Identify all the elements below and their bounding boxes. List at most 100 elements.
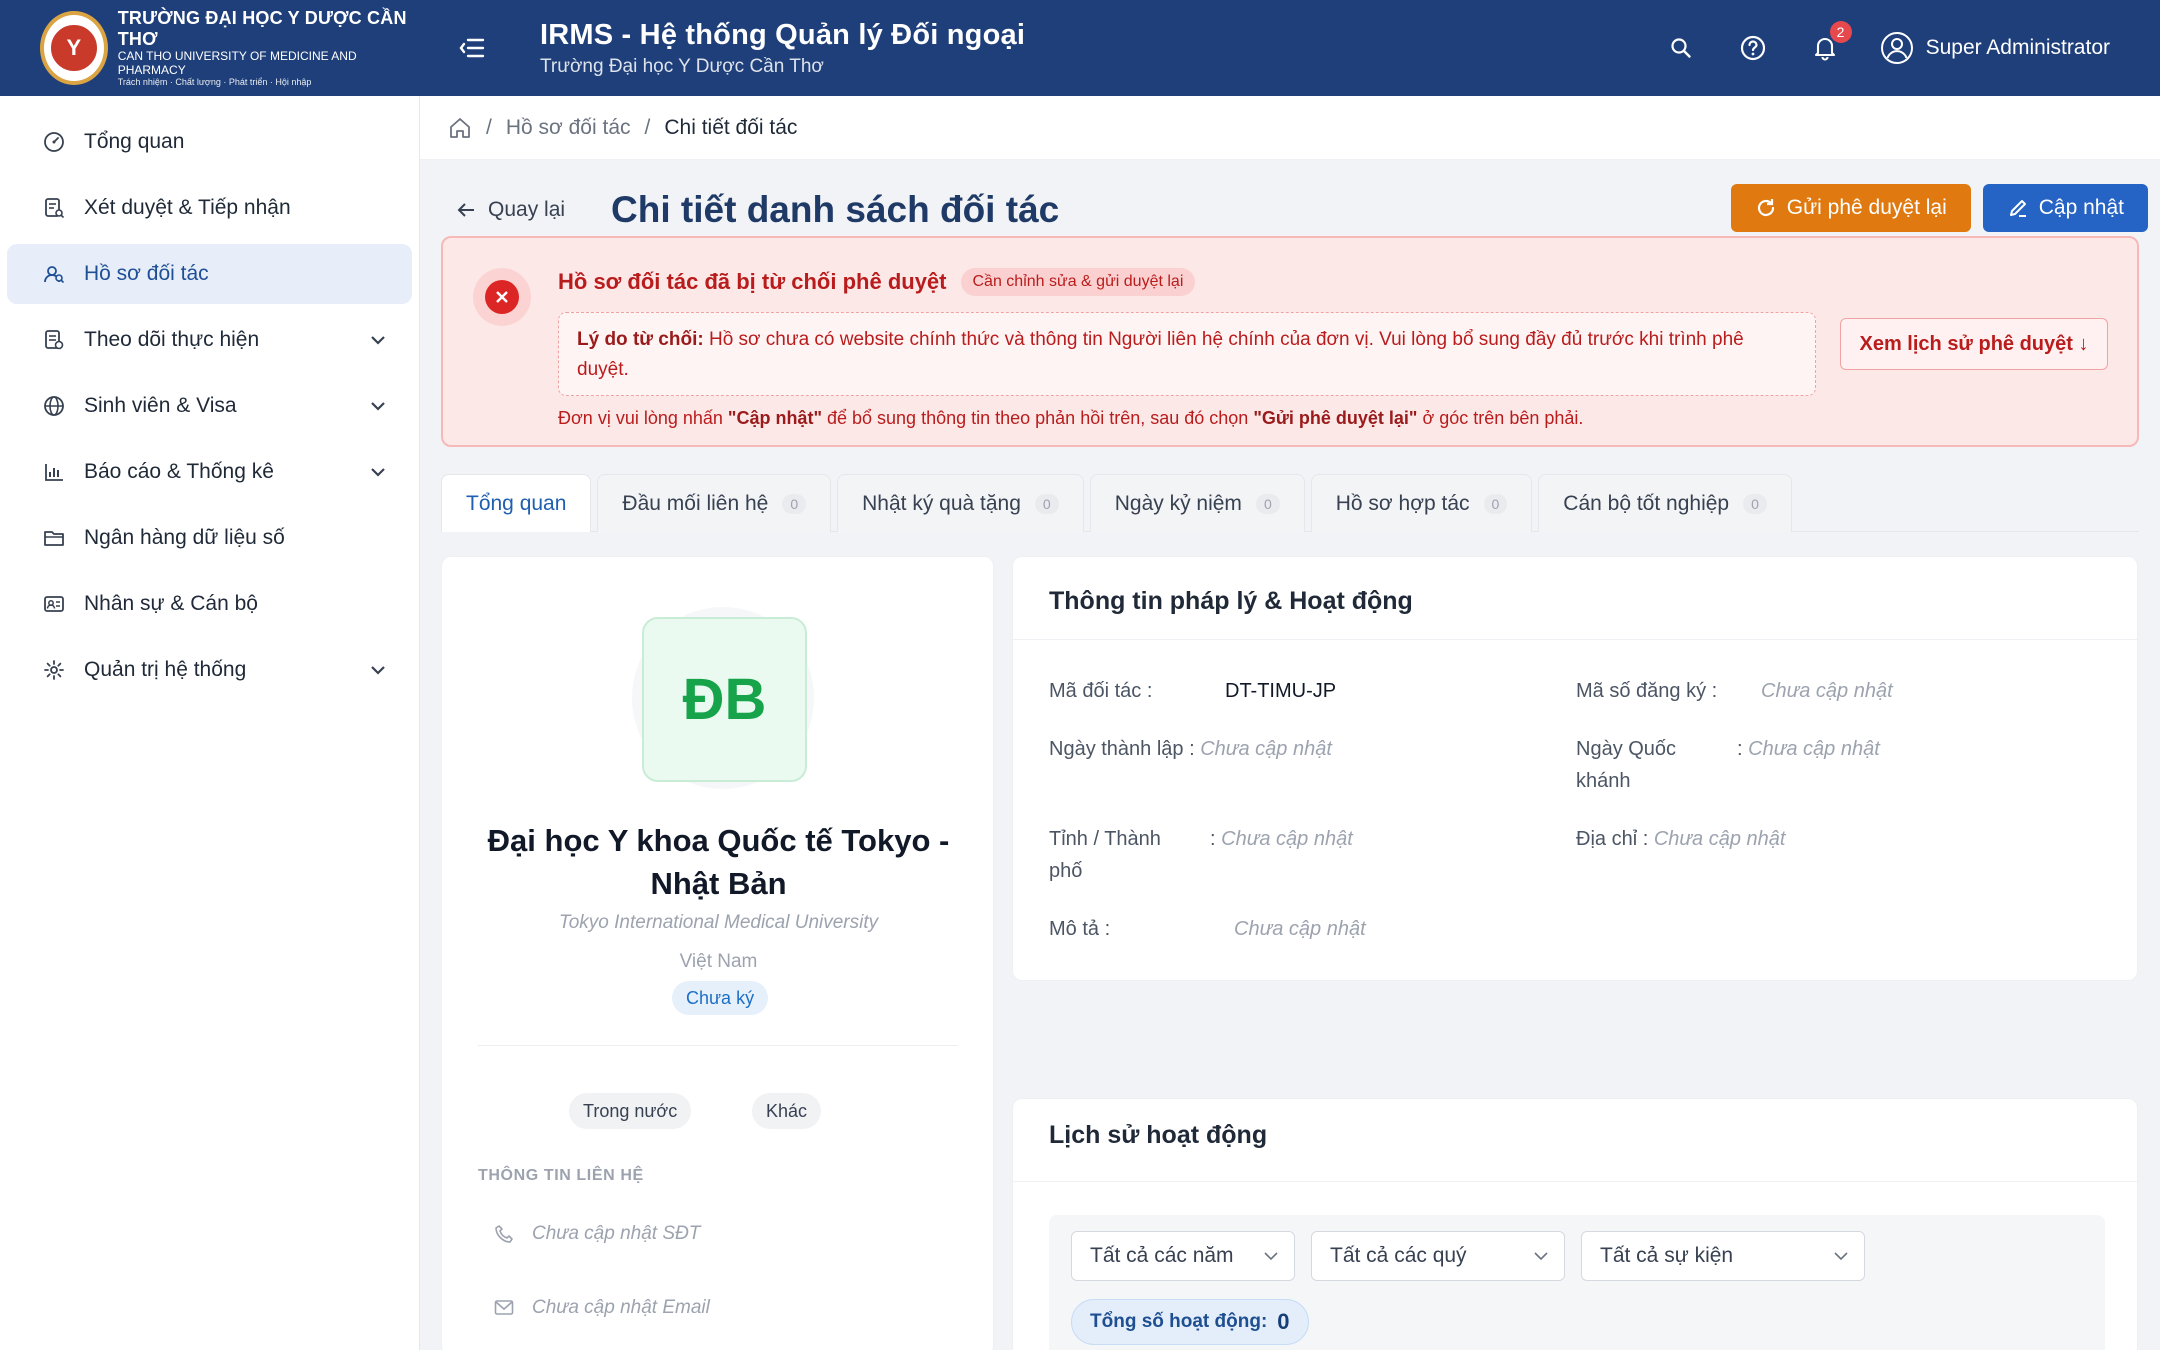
avatar: ĐB bbox=[642, 617, 807, 782]
chevron-down-icon bbox=[371, 336, 385, 345]
breadcrumb-separator: / bbox=[486, 115, 492, 139]
reason-text: Hồ sơ chưa có website chính thức và thôn… bbox=[577, 329, 1744, 380]
email-value: Chưa cập nhật Email bbox=[532, 1297, 710, 1318]
help-button[interactable] bbox=[1736, 31, 1770, 65]
activity-total-badge: Tổng số hoạt động: 0 bbox=[1071, 1299, 1309, 1345]
update-button[interactable]: Cập nhật bbox=[1982, 184, 2148, 232]
notification-badge: 2 bbox=[1829, 21, 1852, 43]
sidebar-item-label: Sinh viên & Visa bbox=[84, 394, 237, 417]
menu-toggle-button[interactable] bbox=[450, 26, 494, 70]
notification-button[interactable]: 2 bbox=[1808, 21, 1852, 65]
quarter-filter-select[interactable]: Tất cả các quý bbox=[1311, 1231, 1565, 1281]
sidebar: Tổng quan Xét duyệt & Tiếp nhận Hồ sơ đố… bbox=[0, 96, 420, 1350]
approval-history-button[interactable]: Xem lịch sử phê duyệt ↓ bbox=[1840, 318, 2108, 370]
sidebar-item-admin[interactable]: Quản trị hệ thống bbox=[7, 640, 412, 700]
sign-status-badge: Chưa ký bbox=[672, 981, 769, 1015]
partner-profile-card: ĐB Đại học Y khoa Quốc tế Tokyo - Nhật B… bbox=[441, 556, 994, 1350]
logo-line2: CAN THO UNIVERSITY OF MEDICINE AND PHARM… bbox=[117, 48, 357, 77]
logo-emblem: Y bbox=[40, 11, 108, 85]
rejection-reason: Lý do từ chối: Hồ sơ chưa có website chí… bbox=[558, 312, 1816, 396]
note-text: Đơn vị vui lòng nhấn bbox=[558, 408, 728, 428]
partners-icon bbox=[42, 262, 66, 286]
sidebar-item-label: Theo dõi thực hiện bbox=[84, 328, 260, 351]
activity-total-label: Tổng số hoạt động: bbox=[1090, 1311, 1268, 1332]
chevron-down-icon bbox=[1834, 1251, 1848, 1260]
partner-name-line2: Nhật Bản bbox=[650, 866, 787, 901]
sidebar-item-label: Quản trị hệ thống bbox=[84, 658, 247, 681]
tab-gift-log[interactable]: Nhật ký quà tặng 0 bbox=[837, 474, 1084, 532]
home-icon[interactable] bbox=[448, 117, 472, 139]
sidebar-item-data-bank[interactable]: Ngân hàng dữ liệu số bbox=[7, 508, 412, 568]
province-label: Tỉnh / Thành phố bbox=[1049, 828, 1161, 882]
sidebar-item-tracking[interactable]: Theo dõi thực hiện bbox=[7, 310, 412, 370]
user-menu[interactable]: Super Administrator bbox=[1880, 31, 2110, 65]
resubmit-approval-button[interactable]: Gửi phê duyệt lại bbox=[1730, 184, 1971, 232]
sidebar-item-label: Hồ sơ đối tác bbox=[84, 262, 209, 285]
sidebar-item-label: Tổng quan bbox=[84, 130, 185, 153]
note-text: để bổ sung thông tin theo phản hồi trên,… bbox=[821, 408, 1254, 428]
tab-label: Tổng quan bbox=[466, 491, 567, 515]
founded-field: Ngày thành lập : Chưa cập nhật bbox=[1049, 738, 1332, 760]
breadcrumb-current: Chi tiết đối tác bbox=[664, 115, 798, 139]
breadcrumb: / Hồ sơ đối tác / Chi tiết đối tác bbox=[420, 96, 2160, 160]
edit-icon bbox=[2009, 200, 2026, 217]
resubmit-label: Gửi phê duyệt lại bbox=[1786, 196, 1947, 219]
tab-label: Ngày kỷ niệm bbox=[1114, 491, 1242, 515]
partner-english-name: Tokyo International Medical University bbox=[558, 912, 879, 933]
tab-count: 0 bbox=[782, 493, 807, 514]
address-field: Địa chỉ : Chưa cập nhật bbox=[1576, 828, 1786, 850]
search-button[interactable] bbox=[1664, 31, 1698, 65]
event-filter-select[interactable]: Tất cả sự kiện bbox=[1581, 1231, 1865, 1281]
logo-line3: Trách nhiệm · Chất lượng · Phát triển · … bbox=[117, 77, 312, 88]
university-logo[interactable]: Y TRƯỜNG ĐẠI HỌC Y DƯỢC CẦN THƠ CAN THO … bbox=[0, 8, 420, 87]
header-actions: 2 Super Administrator bbox=[1664, 0, 2110, 96]
tab-alumni-staff[interactable]: Cán bộ tốt nghiệp 0 bbox=[1538, 474, 1792, 532]
chart-icon bbox=[42, 460, 66, 484]
sidebar-item-students-visa[interactable]: Sinh viên & Visa bbox=[7, 376, 412, 436]
activity-title: Lịch sử hoạt động bbox=[1049, 1121, 1268, 1149]
partner-name: Đại học Y khoa Quốc tế Tokyo - Nhật Bản bbox=[442, 819, 995, 905]
sidebar-item-reports[interactable]: Báo cáo & Thống kê bbox=[7, 442, 412, 502]
partner-country: Việt Nam bbox=[679, 951, 758, 972]
sidebar-item-review[interactable]: Xét duyệt & Tiếp nhận bbox=[7, 178, 412, 238]
back-button[interactable]: Quay lại bbox=[456, 198, 565, 222]
note-resubmit-ref: "Gửi phê duyệt lại" bbox=[1253, 408, 1418, 428]
arrow-left-icon bbox=[457, 203, 474, 217]
mail-icon bbox=[494, 1300, 514, 1315]
update-label: Cập nhật bbox=[2038, 196, 2124, 219]
quarter-filter-value: Tất cả các quý bbox=[1330, 1244, 1467, 1267]
tag-chip: Trong nước bbox=[569, 1093, 692, 1129]
tab-label: Nhật ký quà tặng bbox=[862, 491, 1021, 515]
tab-cooperation-docs[interactable]: Hồ sơ hợp tác 0 bbox=[1310, 474, 1533, 532]
tracking-icon bbox=[42, 328, 66, 352]
tab-count: 0 bbox=[1255, 493, 1280, 514]
alert-title: Hồ sơ đối tác đã bị từ chối phê duyệt Cầ… bbox=[558, 268, 1196, 296]
logo-line1: TRƯỜNG ĐẠI HỌC Y DƯỢC CẦN THƠ bbox=[117, 8, 407, 50]
tab-count: 0 bbox=[1743, 493, 1767, 514]
tab-contacts[interactable]: Đầu mối liên hệ 0 bbox=[597, 474, 832, 532]
contact-section-label: THÔNG TIN LIÊN HỆ bbox=[478, 1167, 644, 1184]
logo-text: TRƯỜNG ĐẠI HỌC Y DƯỢC CẦN THƠ CAN THO UN… bbox=[118, 8, 420, 87]
year-filter-select[interactable]: Tất cả các năm bbox=[1071, 1231, 1295, 1281]
tab-overview[interactable]: Tổng quan bbox=[441, 474, 592, 532]
divider bbox=[1013, 639, 2137, 640]
folder-icon bbox=[42, 526, 66, 550]
sidebar-item-overview[interactable]: Tổng quan bbox=[7, 112, 412, 172]
sidebar-item-partners[interactable]: Hồ sơ đối tác bbox=[7, 244, 412, 304]
divider bbox=[478, 1045, 958, 1046]
logo-initials: Y bbox=[47, 22, 100, 74]
partner-code-value: DT-TIMU-JP bbox=[1225, 680, 1337, 702]
sidebar-item-staff[interactable]: Nhân sự & Cán bộ bbox=[7, 574, 412, 634]
tab-anniversaries[interactable]: Ngày kỷ niệm 0 bbox=[1089, 474, 1305, 532]
breadcrumb-partners-link[interactable]: Hồ sơ đối tác bbox=[506, 116, 631, 140]
top-header: Y TRƯỜNG ĐẠI HỌC Y DƯỢC CẦN THƠ CAN THO … bbox=[0, 0, 2160, 96]
chevron-down-icon bbox=[1264, 1251, 1278, 1260]
divider bbox=[1013, 1181, 2137, 1182]
help-icon bbox=[1740, 35, 1765, 61]
reg-no-field: Mã số đăng ký : bbox=[1576, 680, 1718, 702]
detail-tabs: Tổng quan Đầu mối liên hệ 0 Nhật ký quà t… bbox=[441, 474, 2139, 532]
tab-label: Hồ sơ hợp tác bbox=[1335, 491, 1470, 515]
id-card-icon bbox=[42, 592, 66, 616]
user-avatar-icon bbox=[1880, 32, 1913, 64]
phone-icon bbox=[495, 1225, 513, 1243]
